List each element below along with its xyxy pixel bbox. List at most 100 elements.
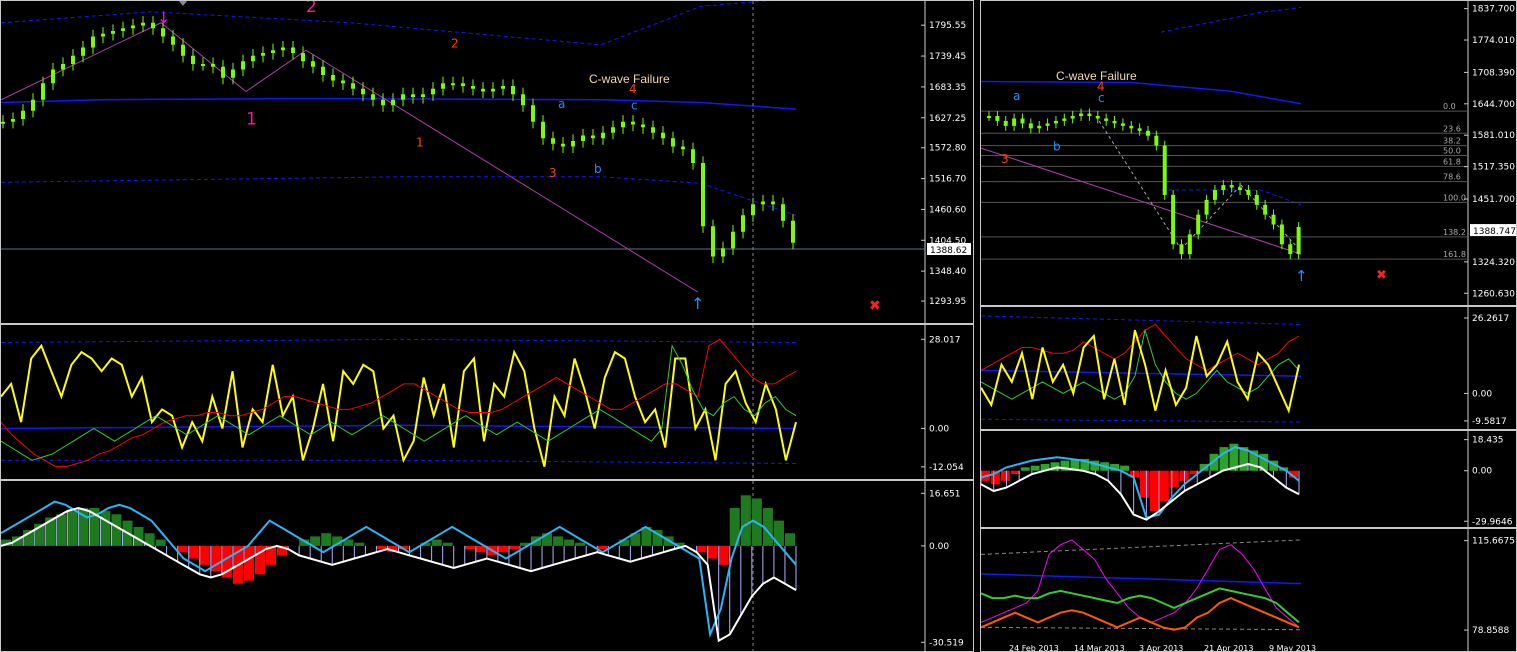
x-tick-label: 14 Mar 2013 [1074, 644, 1125, 652]
x-tick-label: 21 Apr 2013 [1204, 644, 1253, 652]
right-osc2-tick-label: -29.9646 [1472, 517, 1513, 527]
wave-label: b [594, 162, 602, 176]
candle-body [1120, 123, 1125, 126]
histogram-bar [718, 545, 729, 565]
right-price-tick-label: 1517.350 [1472, 163, 1515, 173]
candle-body [271, 50, 275, 53]
histogram-bar [1010, 470, 1020, 475]
right-price-chart[interactable]: 0.0 23.6 38.250.0 61.8 78.6 100.0 138.2 161.8 18… [981, 1, 1517, 306]
left-oscillator-1-chart[interactable]: 28.017 0.00 -12.054 [1, 325, 974, 480]
candle-body [451, 83, 455, 86]
candle-body [591, 135, 595, 139]
histogram-bar [508, 545, 519, 550]
candle-body [631, 121, 635, 125]
fib-label: 0.0 [1443, 102, 1456, 111]
candle-body [281, 47, 285, 51]
fib-label: 161.8 [1443, 250, 1466, 259]
candle-body [101, 33, 105, 37]
histogram-bar [100, 511, 111, 546]
left-oscillator-2-panel: 16.651 0.00 -30.519 [0, 480, 974, 652]
candle-body [341, 80, 345, 84]
right-oscillator-1-chart[interactable]: 26.2617 0.00 -9.5817 [981, 307, 1517, 430]
right-oscillator-2-chart[interactable]: 18.435 0.00 -29.9646 [981, 431, 1517, 528]
candle-body [531, 105, 535, 122]
fib-label: 38.2 [1443, 137, 1461, 146]
candle-body [1171, 194, 1176, 245]
candle-body [581, 135, 585, 141]
candle-body [81, 47, 85, 56]
right-oscillator-3-chart[interactable]: 115.6675 78.8588 24 Feb 2013 14 Mar 2013 3 A… [981, 529, 1517, 652]
wave-label: 1 [416, 136, 424, 150]
histogram-bar [575, 542, 586, 546]
left-oscillator-2-chart[interactable]: 16.651 0.00 -30.519 [1, 481, 974, 652]
candle-body [411, 94, 415, 97]
current-price-label: 1388.62 [930, 246, 967, 256]
histogram-bar [321, 533, 332, 546]
left-price-tick-label: 1572.80 [929, 144, 966, 154]
candle-body [1229, 185, 1234, 188]
candle-body [1020, 118, 1025, 124]
left-lower-band [1, 176, 797, 216]
left-price-tick-label: 1516.70 [929, 175, 966, 185]
left-osc2-white-line [1, 506, 797, 643]
histogram-bar [188, 545, 199, 559]
candle-body [551, 138, 555, 144]
right-price-tick-label: 1260.630 [1472, 289, 1515, 299]
right-osc1-lower-band [981, 418, 1302, 423]
right-upper-band [1160, 7, 1302, 33]
candle-body [181, 44, 185, 56]
candle-body [481, 88, 485, 92]
left-price-tick-label: 1795.55 [929, 21, 966, 31]
candle-body [1137, 128, 1142, 131]
right-osc1-tick-label: 0.00 [1472, 389, 1492, 399]
wave-label: c [1098, 91, 1105, 105]
right-price-tick-label: 1644.700 [1472, 100, 1515, 110]
candle-body [431, 88, 435, 95]
left-osc2-tick-label: -30.519 [929, 638, 964, 648]
candle-body [1179, 244, 1184, 255]
candle-body [1204, 199, 1209, 215]
histogram-bar [431, 539, 442, 546]
x-tick-label: 24 Feb 2013 [1009, 644, 1059, 652]
candle-body [1104, 118, 1109, 121]
right-osc1-upper-band [981, 315, 1302, 325]
candle-body [1263, 204, 1268, 215]
candle-body [171, 36, 175, 45]
left-osc1-series-yellow [1, 343, 797, 467]
candle-body [391, 99, 395, 106]
histogram-bar [1000, 470, 1010, 481]
candle-body [301, 53, 305, 62]
candle-body [241, 61, 245, 70]
left-upper-band [1, 1, 771, 46]
down-arrow-icon: ↓ [157, 8, 170, 27]
candle-body [151, 22, 155, 29]
candle-body [461, 83, 465, 86]
right-oscillator-2-panel: 18.435 0.00 -29.9646 [980, 430, 1517, 528]
candle-body [571, 141, 575, 147]
fib-label: 23.6 [1443, 124, 1461, 133]
wave-label: 2 [306, 1, 317, 17]
candle-body [987, 116, 991, 118]
histogram-bar [553, 536, 564, 546]
right-osc1-tick-label: 26.2617 [1472, 314, 1509, 324]
right-osc3-tick-label: 115.6675 [1472, 537, 1515, 547]
histogram-bar [1030, 465, 1040, 471]
left-oscillator-1-panel: 28.017 0.00 -12.054 [0, 324, 974, 480]
candle-body [1296, 227, 1301, 255]
histogram-bar [243, 545, 254, 581]
candle-body [521, 94, 525, 106]
wave-label: 1 [246, 110, 257, 130]
right-price-tick-label: 1324.320 [1472, 258, 1515, 268]
wave-label: c [631, 99, 638, 113]
candle-body [711, 226, 715, 257]
histogram-bar [1159, 470, 1169, 502]
candle-body [741, 215, 745, 232]
current-price-label: 1388.747 [1473, 227, 1516, 237]
candle-body [401, 94, 405, 100]
candle-body [671, 138, 675, 147]
candle-body [191, 55, 195, 64]
candle-body [771, 201, 775, 205]
right-osc3-upper-band [981, 539, 1302, 555]
left-price-chart[interactable]: 1795.55 1739.45 1683.35 1627.25 1572.80 1516.… [1, 1, 974, 324]
x-tick-label: 9 May 2013 [1269, 644, 1316, 652]
